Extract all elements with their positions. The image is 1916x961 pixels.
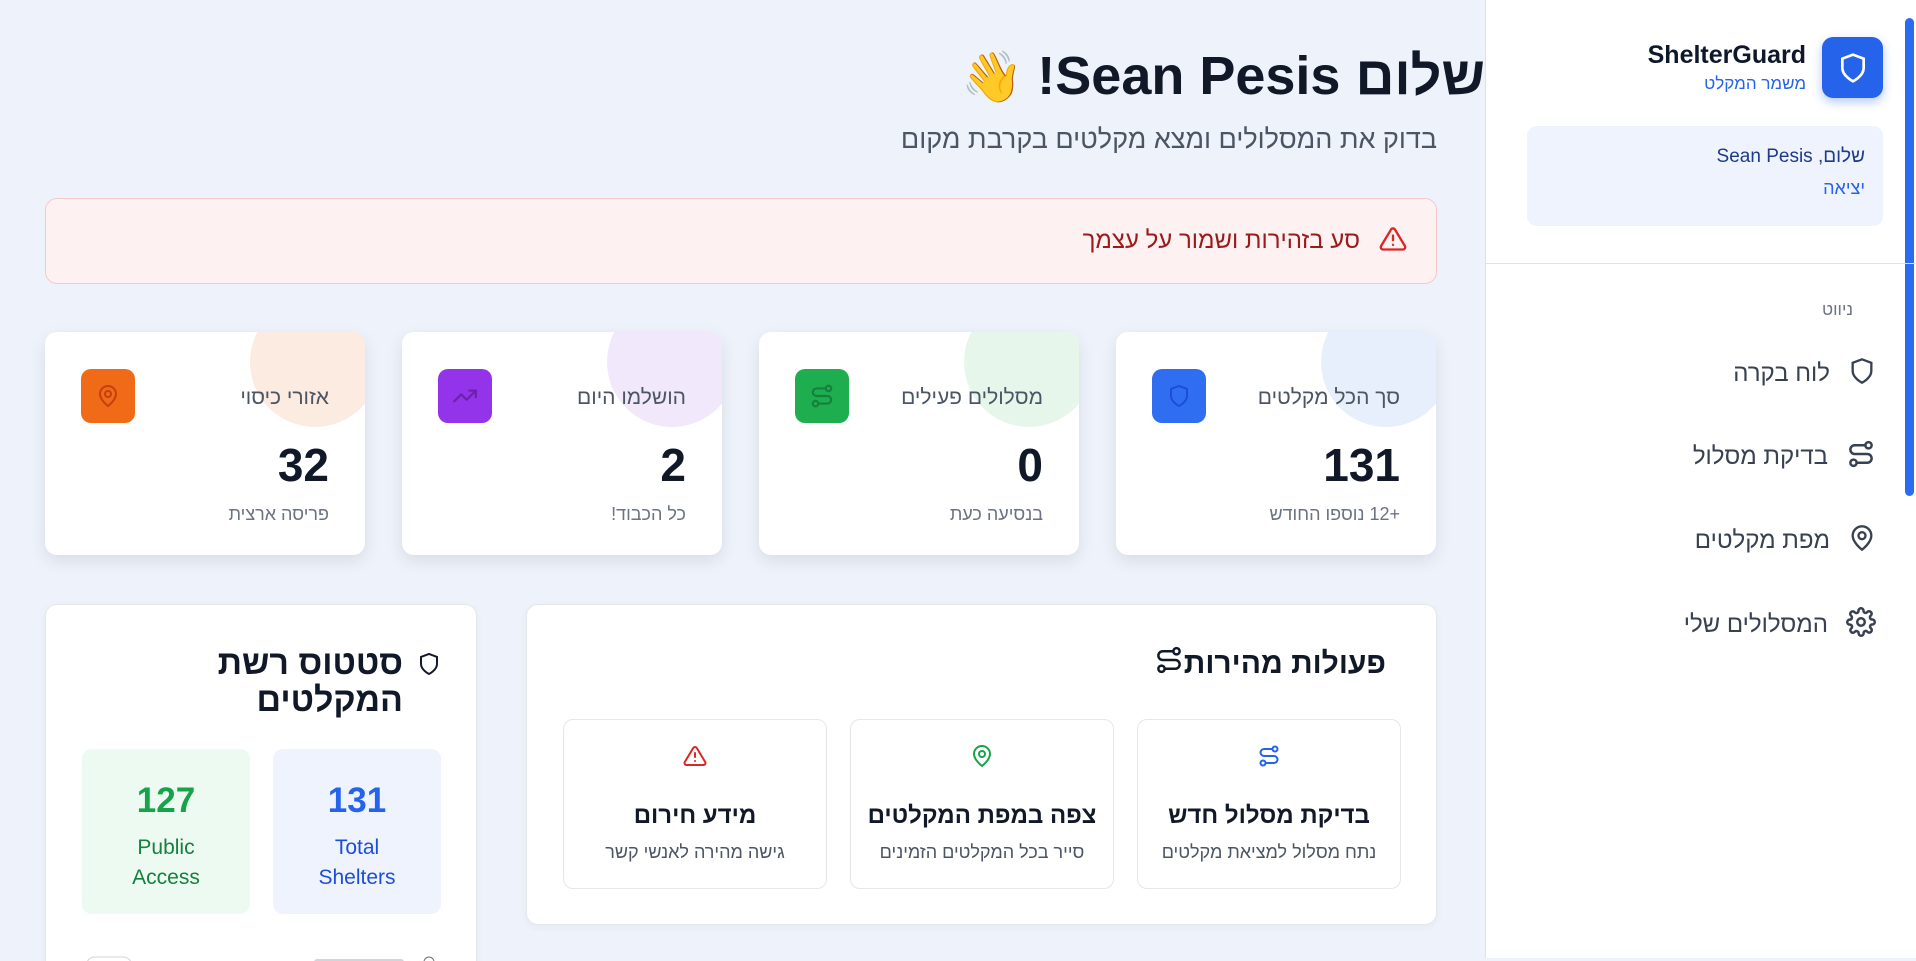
warning-icon	[564, 744, 826, 768]
wave-emoji: 👋	[961, 49, 1024, 105]
stat-card-total-shelters: סך הכל מקלטים 131 +12 נוספו החודש	[1116, 332, 1436, 555]
page-title: שלום Sean Pesis!👋	[48, 45, 1485, 107]
more-content-cutoff	[84, 947, 444, 961]
gear-icon	[1846, 606, 1876, 644]
stat-card-active-routes: מסלולים פעילים 0 בנסיעה כעת	[759, 332, 1079, 555]
greeting-text: שלום Sean Pesis!	[1037, 46, 1485, 106]
sidebar: ShelterGuard משמר המקלט שלום, Sean Pesis…	[1485, 0, 1916, 958]
logout-link[interactable]: יציאה	[1545, 178, 1865, 199]
stat-title: הושלמו היום	[577, 386, 686, 409]
warning-icon	[1378, 225, 1408, 258]
main-content: שלום Sean Pesis!👋 בדוק את המסלולים ומצא …	[0, 0, 1485, 961]
nav-section-label: ניווט	[1822, 300, 1853, 319]
card-decoration	[1321, 332, 1436, 427]
panel-title-text: סטטוס רשת המקלטים	[217, 644, 403, 719]
shield-icon	[1848, 356, 1876, 393]
alert-text: סע בזהירות ושמור על עצמך	[1082, 227, 1360, 254]
action-title: צפה במפת המקלטים	[867, 802, 1097, 829]
route-icon	[1154, 645, 1184, 683]
stat-note: +12 נוספו החודש	[1269, 504, 1400, 524]
public-access-label: Public Access	[132, 836, 200, 889]
map-pin-icon	[81, 369, 135, 423]
stat-value: 0	[1017, 439, 1043, 491]
total-shelters-label: Total Shelters	[318, 836, 396, 889]
scrollbar[interactable]	[1905, 18, 1914, 496]
stat-note: כל הכבוד!	[611, 504, 686, 524]
card-decoration	[250, 332, 365, 427]
card-decoration	[607, 332, 722, 427]
divider	[1485, 263, 1916, 264]
network-status-title: סטטוס רשת המקלטים	[121, 645, 441, 719]
stat-value: 32	[277, 439, 329, 491]
nav-item-label: לוח בקרה	[1733, 360, 1830, 387]
emergency-info-button[interactable]: מידע חירום גישה מהירה לאנשי קשר	[563, 719, 827, 889]
total-shelters-box: 131 Total Shelters	[273, 749, 441, 914]
quick-actions-panel: פעולות מהירות בדיקת מסלול חדש נתח מסלול …	[526, 604, 1437, 925]
network-status-panel: סטטוס רשת המקלטים 131 Total Shelters 127…	[45, 604, 477, 961]
stat-value: 2	[660, 439, 686, 491]
shield-icon	[1152, 369, 1206, 423]
action-description: גישה מהירה לאנשי קשר	[605, 842, 785, 862]
stat-title: סך הכל מקלטים	[1257, 386, 1400, 409]
check-new-route-button[interactable]: בדיקת מסלול חדש נתח מסלול למציאת מקלטים	[1137, 719, 1401, 889]
view-shelter-map-button[interactable]: צפה במפת המקלטים סייר בכל המקלטים הזמיני…	[850, 719, 1114, 889]
brand-subtitle: משמר המקלט	[1704, 74, 1806, 93]
stat-card-coverage-areas: אזורי כיסוי 32 פריסה ארצית	[45, 332, 365, 555]
stat-title: מסלולים פעילים	[901, 386, 1043, 409]
nav-item-label: המסלולים שלי	[1683, 611, 1828, 638]
map-pin-icon	[1848, 523, 1876, 560]
quick-actions-title: פעולות מהירות	[1154, 645, 1400, 683]
stat-value: 131	[1323, 439, 1400, 491]
nav-item-label: בדיקת מסלול	[1692, 443, 1828, 470]
brand-text: ShelterGuard משמר המקלט	[1648, 41, 1806, 94]
action-title: בדיקת מסלול חדש	[1168, 802, 1370, 829]
total-shelters-value: 131	[327, 781, 387, 820]
shield-logo-icon	[1822, 37, 1883, 98]
route-icon	[795, 369, 849, 423]
panel-title-text: פעולות מהירות	[1183, 647, 1386, 680]
action-description: נתח מסלול למציאת מקלטים	[1161, 842, 1377, 862]
route-icon	[1138, 744, 1400, 768]
user-box: שלום, Sean Pesis יציאה	[1527, 126, 1883, 226]
nav-item-dashboard[interactable]: לוח בקרה	[1733, 349, 1876, 399]
nav-item-route-check[interactable]: בדיקת מסלול	[1693, 432, 1876, 482]
trending-up-icon	[438, 369, 492, 423]
stat-title: אזורי כיסוי	[240, 386, 329, 409]
card-decoration	[964, 332, 1079, 427]
public-access-box: 127 Public Access	[82, 749, 250, 914]
action-title: מידע חירום	[633, 802, 757, 829]
safety-alert: סע בזהירות ושמור על עצמך	[45, 198, 1437, 284]
nav-item-my-routes[interactable]: המסלולים שלי	[1684, 600, 1876, 650]
brand[interactable]: ShelterGuard משמר המקלט	[1648, 37, 1883, 98]
user-greeting: שלום, Sean Pesis	[1716, 146, 1865, 167]
brand-name: ShelterGuard	[1647, 41, 1806, 69]
route-icon	[1846, 439, 1876, 476]
shield-icon	[417, 651, 441, 682]
cutoff-row-decoration	[86, 956, 435, 961]
stat-note: פריסה ארצית	[228, 504, 329, 524]
map-pin-icon	[851, 744, 1113, 768]
nav-item-label: מפת מקלטים	[1694, 527, 1830, 554]
public-access-value: 127	[136, 781, 196, 820]
stat-note: בנסיעה כעת	[949, 504, 1043, 524]
nav-item-shelter-map[interactable]: מפת מקלטים	[1695, 516, 1876, 566]
page-subtitle: בדוק את המסלולים ומצא מקלטים בקרבת מקום	[900, 124, 1437, 154]
stat-card-completed-today: הושלמו היום 2 כל הכבוד!	[402, 332, 722, 555]
action-description: סייר בכל המקלטים הזמינים	[879, 842, 1085, 862]
